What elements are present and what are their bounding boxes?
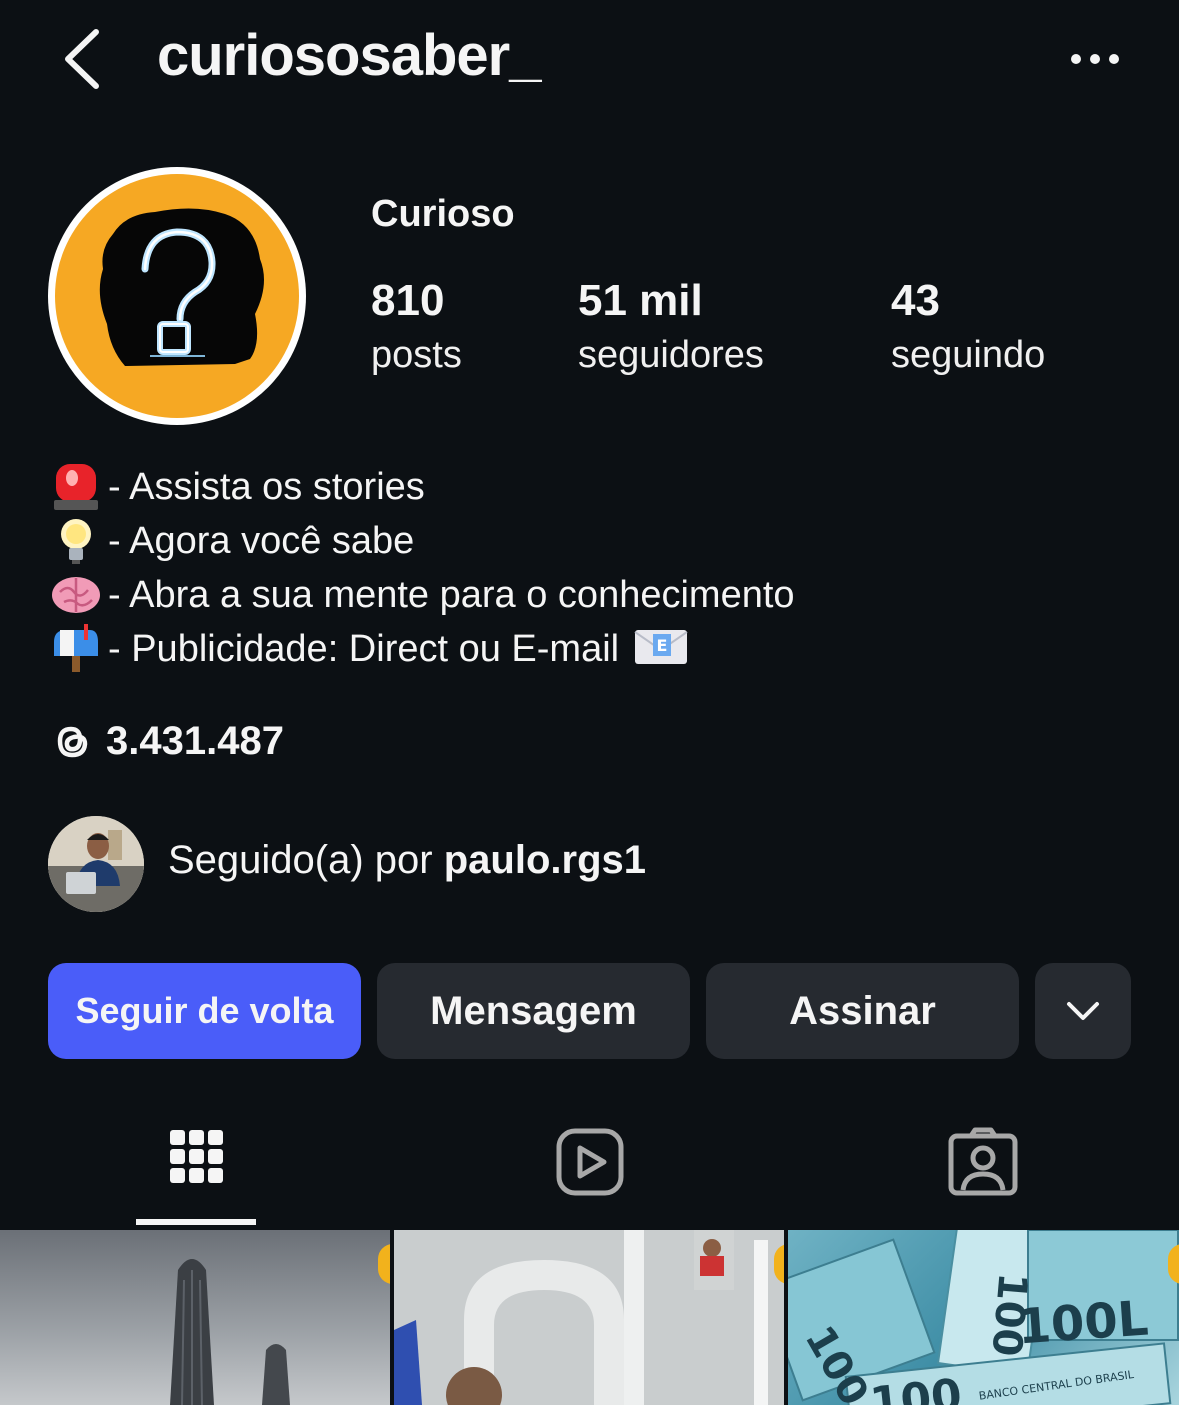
post-thumbnail[interactable]: 100 100 100L BANCO CENTRAL DO BRASIL 100 [788,1230,1179,1405]
subscribe-button[interactable]: Assinar [706,963,1019,1059]
active-tab-indicator [136,1219,256,1225]
more-options-button[interactable] [1068,48,1122,70]
construction-people-image [394,1230,784,1405]
question-mark-logo-icon [99,208,264,366]
tab-posts-grid[interactable] [136,1120,256,1228]
tab-tagged[interactable] [923,1120,1043,1208]
bio-line: - Abra a sua mente para o conhecimento [50,568,795,622]
tagged-person-icon [948,1127,1018,1196]
threads-icon [57,726,88,758]
threads-link[interactable]: 3.431.487 [50,716,284,766]
ellipsis-icon [1071,54,1119,64]
threads-count: 3.431.487 [106,718,284,763]
bio-line: - Agora você sabe [50,514,414,568]
chevron-down-icon [1067,1002,1099,1020]
back-button[interactable] [58,28,108,90]
profile-avatar[interactable] [55,174,299,418]
buildings-image [170,1259,290,1405]
posts-count[interactable]: 810 [371,276,444,326]
svg-text:E: E [657,636,668,655]
light-bulb-icon [50,516,102,566]
mutual-follower-avatar[interactable] [48,816,144,912]
mailbox-icon [50,624,102,674]
display-name: Curioso [371,193,515,235]
message-button[interactable]: Mensagem [377,963,690,1059]
followed-by-text[interactable]: Seguido(a) por paulo.rgs1 [168,838,646,883]
bio-text: - Publicidade: Direct ou E-mail [108,627,620,670]
email-envelope-icon: E [633,624,688,674]
post-thumbnail[interactable] [394,1230,784,1405]
posts-label[interactable]: posts [371,334,462,377]
bio-text: - Agora você sabe [108,519,415,562]
following-count[interactable]: 43 [891,276,940,326]
bio-line: - Publicidade: Direct ou E-mail E [50,622,691,676]
mutual-follower-username[interactable]: paulo.rgs1 [444,838,646,882]
follow-back-button[interactable]: Seguir de volta [48,963,361,1059]
tab-reels[interactable] [530,1120,650,1208]
followers-label[interactable]: seguidores [578,334,764,377]
grid-icon [170,1130,223,1183]
chevron-left-icon [65,29,99,89]
bio-text: - Abra a sua mente para o conhecimento [108,573,795,616]
siren-icon [50,462,102,512]
svg-text:100L: 100L [1016,1290,1150,1355]
bio-line: - Assista os stories [50,460,425,514]
profile-username: curiososaber_ [157,23,542,88]
followers-count[interactable]: 51 mil [578,276,703,326]
following-label[interactable]: seguindo [891,334,1045,377]
bio-text: - Assista os stories [108,465,425,508]
post-thumbnail[interactable] [0,1230,390,1405]
reels-play-icon [556,1128,624,1196]
money-notes-image: 100 100 100L BANCO CENTRAL DO BRASIL 100 [788,1230,1179,1405]
suggested-accounts-button[interactable] [1035,963,1131,1059]
brain-icon [50,570,102,620]
